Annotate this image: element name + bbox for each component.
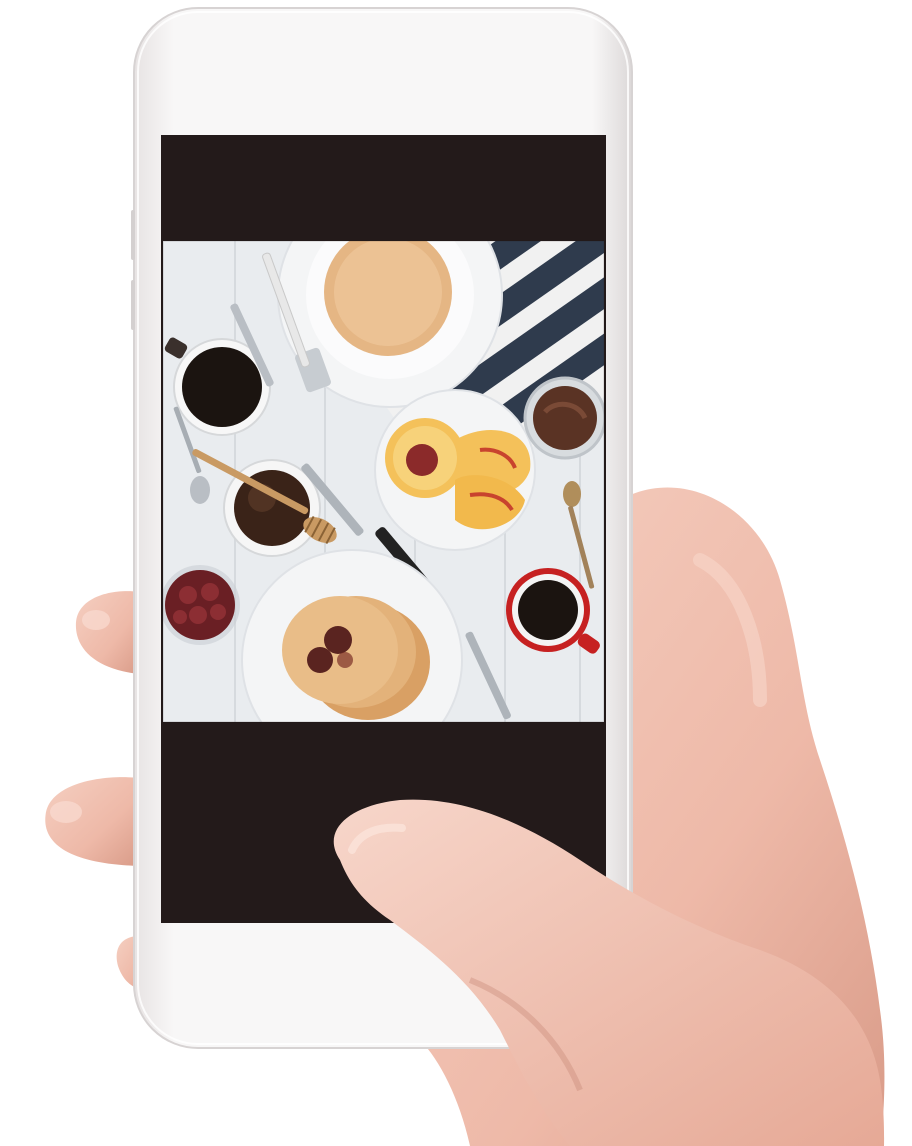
volume-button-2 (131, 280, 135, 330)
phone-in-hand-scene (0, 0, 912, 1146)
chocolate-spread-jar-icon (523, 376, 604, 460)
pancake-stack-icon (324, 241, 452, 356)
jam-bowl-icon (163, 565, 240, 645)
index-finger-left (75, 591, 140, 674)
scene-canvas (45, 7, 885, 1146)
volume-button (131, 210, 135, 260)
